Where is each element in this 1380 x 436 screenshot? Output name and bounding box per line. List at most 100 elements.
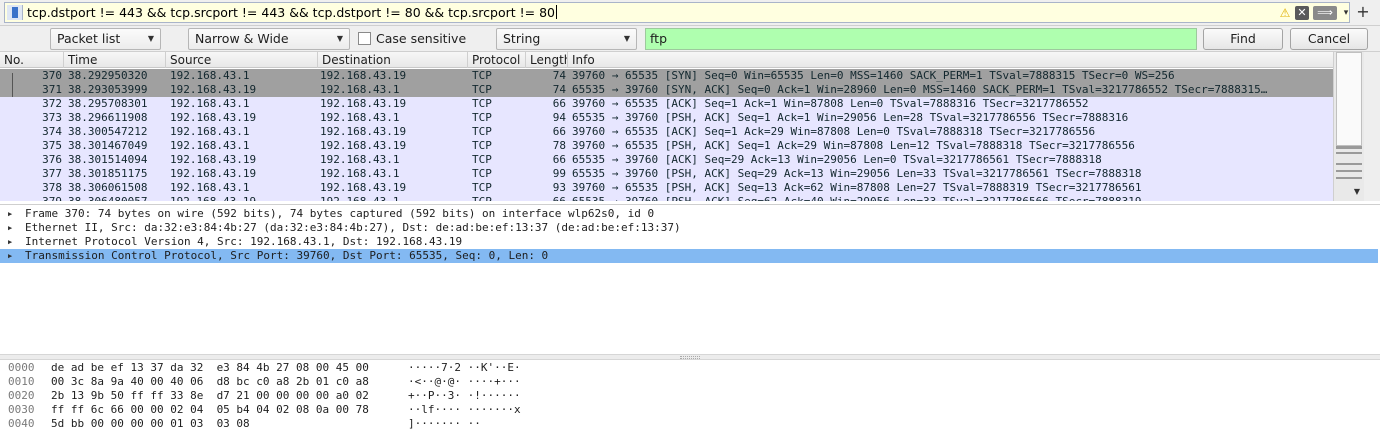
packet-list-header: No. Time Source Destination Protocol Len… [0, 52, 1333, 68]
bytes-offset[interactable]: 0040 [8, 417, 35, 431]
packet-cell-proto: TCP [472, 153, 492, 166]
scroll-down-icon[interactable]: ▼ [1350, 185, 1364, 199]
bytes-offset[interactable]: 0000 [8, 361, 35, 375]
filter-bookmark-icon[interactable] [7, 5, 23, 20]
find-search-input[interactable]: ftp [645, 28, 1197, 50]
packet-cell-no: 372 [42, 97, 62, 110]
packet-cell-len: 66 [552, 153, 566, 166]
bytes-hex[interactable]: 2b 13 9b 50 ff ff 33 8e d7 21 00 00 00 0… [51, 389, 369, 403]
scrollbar-marker [1336, 170, 1362, 172]
packet-cell-no: 371 [42, 83, 62, 96]
column-header-time[interactable]: Time [64, 52, 166, 68]
splitter-grip-icon[interactable] [680, 356, 700, 359]
bytes-offset[interactable]: 0010 [8, 375, 35, 389]
packet-minimap[interactable] [1364, 52, 1380, 201]
packet-cell-proto: TCP [472, 111, 492, 124]
packet-cell-len: 74 [552, 83, 566, 96]
search-in-select[interactable]: Packet list ▼ [50, 28, 161, 50]
bytes-ascii[interactable]: ··lf···· ·······x [408, 403, 521, 417]
char-width-select[interactable]: Narrow & Wide ▼ [188, 28, 350, 50]
detail-tree-label: Transmission Control Protocol, Src Port:… [25, 249, 549, 262]
char-width-value: Narrow & Wide [195, 31, 289, 46]
find-button[interactable]: Find [1203, 28, 1283, 50]
detail-tree-item[interactable]: ▶ Ethernet II, Src: da:32:e3:84:4b:27 (da… [0, 221, 1378, 235]
packet-row[interactable]: 371 38.293053999 192.168.43.19 192.168.43.1… [0, 83, 1333, 97]
detail-tree-label: Ethernet II, Src: da:32:e3:84:4b:27 (da:… [25, 221, 681, 234]
packet-row[interactable]: 370 38.292950320 192.168.43.1 192.168.43.19… [0, 69, 1333, 83]
bytes-ascii[interactable]: ·<··@·@· ····+··· [408, 375, 521, 389]
add-filter-button-icon[interactable]: + [1354, 2, 1372, 22]
bytes-ascii[interactable]: +··P··3· ·!······ [408, 389, 521, 403]
bytes-ascii[interactable]: ·····7·2 ··K'··E· [408, 361, 521, 375]
expand-arrow-icon[interactable]: ▶ [8, 221, 18, 235]
bytes-offset[interactable]: 0020 [8, 389, 35, 403]
scrollbar-marker [1336, 163, 1362, 165]
bytes-ascii[interactable]: ]······· ·· [408, 417, 481, 431]
packet-row[interactable]: 372 38.295708301 192.168.43.1 192.168.43.19… [0, 97, 1333, 111]
chevron-down-icon: ▼ [623, 34, 630, 43]
packet-cell-src: 192.168.43.1 [170, 125, 250, 138]
packet-cell-info: 39760 → 65535 [ACK] Seq=1 Ack=1 Win=8780… [572, 97, 1089, 110]
column-header-source[interactable]: Source [166, 52, 318, 68]
cancel-button[interactable]: Cancel [1290, 28, 1368, 50]
bytes-hex[interactable]: 5d bb 00 00 00 00 01 03 03 08 [51, 417, 250, 431]
display-filter-input[interactable]: tcp.dstport != 443 && tcp.srcport != 443… [4, 2, 1350, 23]
packet-cell-len: 78 [552, 139, 566, 152]
packet-cell-dst: 192.168.43.19 [320, 69, 407, 82]
packet-row[interactable]: 377 38.301851175 192.168.43.19 192.168.43.1… [0, 167, 1333, 181]
packet-cell-dst: 192.168.43.19 [320, 97, 407, 110]
bytes-offset[interactable]: 0030 [8, 403, 35, 417]
column-header-destination[interactable]: Destination [318, 52, 468, 68]
column-header-no[interactable]: No. [0, 52, 64, 68]
packet-cell-src: 192.168.43.1 [170, 181, 250, 194]
bytes-row: 0010 00 3c 8a 9a 40 00 40 06 d8 bc c0 a8 … [0, 375, 700, 389]
packet-row[interactable]: 379 38.306480057 192.168.43.19192.168.43.1… [0, 195, 1333, 201]
packet-cell-no: 378 [42, 181, 62, 194]
column-header-length[interactable]: Length [526, 52, 568, 68]
packet-cell-info: 65535 → 39760 [PSH, ACK] Seq=62 Ack=40 W… [572, 195, 1332, 201]
bytes-hex[interactable]: ff ff 6c 66 00 00 02 04 05 b4 04 02 08 0… [51, 403, 369, 417]
packet-row[interactable]: 375 38.301467049 192.168.43.1 192.168.43.19… [0, 139, 1333, 153]
packet-cell-len: 93 [552, 181, 566, 194]
warning-icon: ⚠ [1279, 6, 1291, 20]
packet-list-body: 370 38.292950320 192.168.43.1 192.168.43.19… [0, 69, 1333, 201]
column-header-protocol[interactable]: Protocol [468, 52, 526, 68]
bytes-row: 0030 ff ff 6c 66 00 00 02 04 05 b4 04 02 … [0, 403, 700, 417]
bytes-row: 0000 de ad be ef 13 37 da 32 e3 84 4b 27 … [0, 361, 700, 375]
packet-row[interactable]: 373 38.296611908 192.168.43.19 192.168.43.1… [0, 111, 1333, 125]
packet-list-scrollbar[interactable]: ▼ [1333, 52, 1364, 201]
expand-arrow-icon[interactable]: ▶ [8, 207, 18, 221]
detail-tree-label: Internet Protocol Version 4, Src: 192.16… [25, 235, 463, 248]
packet-cell-src: 192.168.43.1 [170, 97, 250, 110]
packet-bytes-pane: 0000 de ad be ef 13 37 da 32 e3 84 4b 27 … [0, 360, 1380, 436]
bytes-hex[interactable]: de ad be ef 13 37 da 32 e3 84 4b 27 08 0… [51, 361, 369, 375]
bytes-hex[interactable]: 00 3c 8a 9a 40 00 40 06 d8 bc c0 a8 2b 0… [51, 375, 369, 389]
packet-cell-proto: TCP [472, 139, 492, 152]
detail-tree-item[interactable]: ▶ Frame 370: 74 bytes on wire (592 bits),… [0, 207, 1378, 221]
detail-tree-item[interactable]: ▶ Transmission Control Protocol, Src Port… [0, 249, 1378, 263]
display-filter-toolbar: tcp.dstport != 443 && tcp.srcport != 443… [0, 0, 1380, 26]
packet-cell-no: 377 [42, 167, 62, 180]
search-type-select[interactable]: String ▼ [496, 28, 637, 50]
apply-filter-icon[interactable]: ⟹ [1313, 6, 1337, 20]
packet-cell-time: 38.301851175 [68, 167, 148, 180]
packet-row[interactable]: 376 38.301514094 192.168.43.19 192.168.43.1… [0, 153, 1333, 167]
scrollbar-thumb[interactable] [1336, 52, 1362, 146]
packet-row[interactable]: 374 38.300547212 192.168.43.1 192.168.43.19… [0, 125, 1333, 139]
chevron-down-icon: ▼ [336, 34, 343, 43]
packet-cell-no: 379 [0, 195, 64, 201]
detail-tree-item[interactable]: ▶ Internet Protocol Version 4, Src: 192.1… [0, 235, 1378, 249]
clear-filter-icon[interactable]: ✕ [1295, 6, 1309, 20]
packet-cell-dst: 192.168.43.19 [320, 125, 407, 138]
packet-row[interactable]: 378 38.306061508 192.168.43.1 192.168.43.19… [0, 181, 1333, 195]
packet-cell-dst: 192.168.43.19 [320, 181, 407, 194]
checkbox-box[interactable] [358, 32, 371, 45]
packet-cell-no: 376 [42, 153, 62, 166]
packet-cell-time: 38.306480057 [68, 195, 166, 201]
packet-cell-dst: 192.168.43.1 [320, 167, 400, 180]
expand-arrow-icon[interactable]: ▶ [8, 235, 18, 249]
column-header-info[interactable]: Info [568, 52, 1333, 68]
recent-filters-dropdown-icon[interactable]: ▾ [1341, 5, 1351, 21]
packet-cell-dst: 192.168.43.1 [320, 153, 400, 166]
expand-arrow-icon[interactable]: ▶ [8, 249, 18, 263]
